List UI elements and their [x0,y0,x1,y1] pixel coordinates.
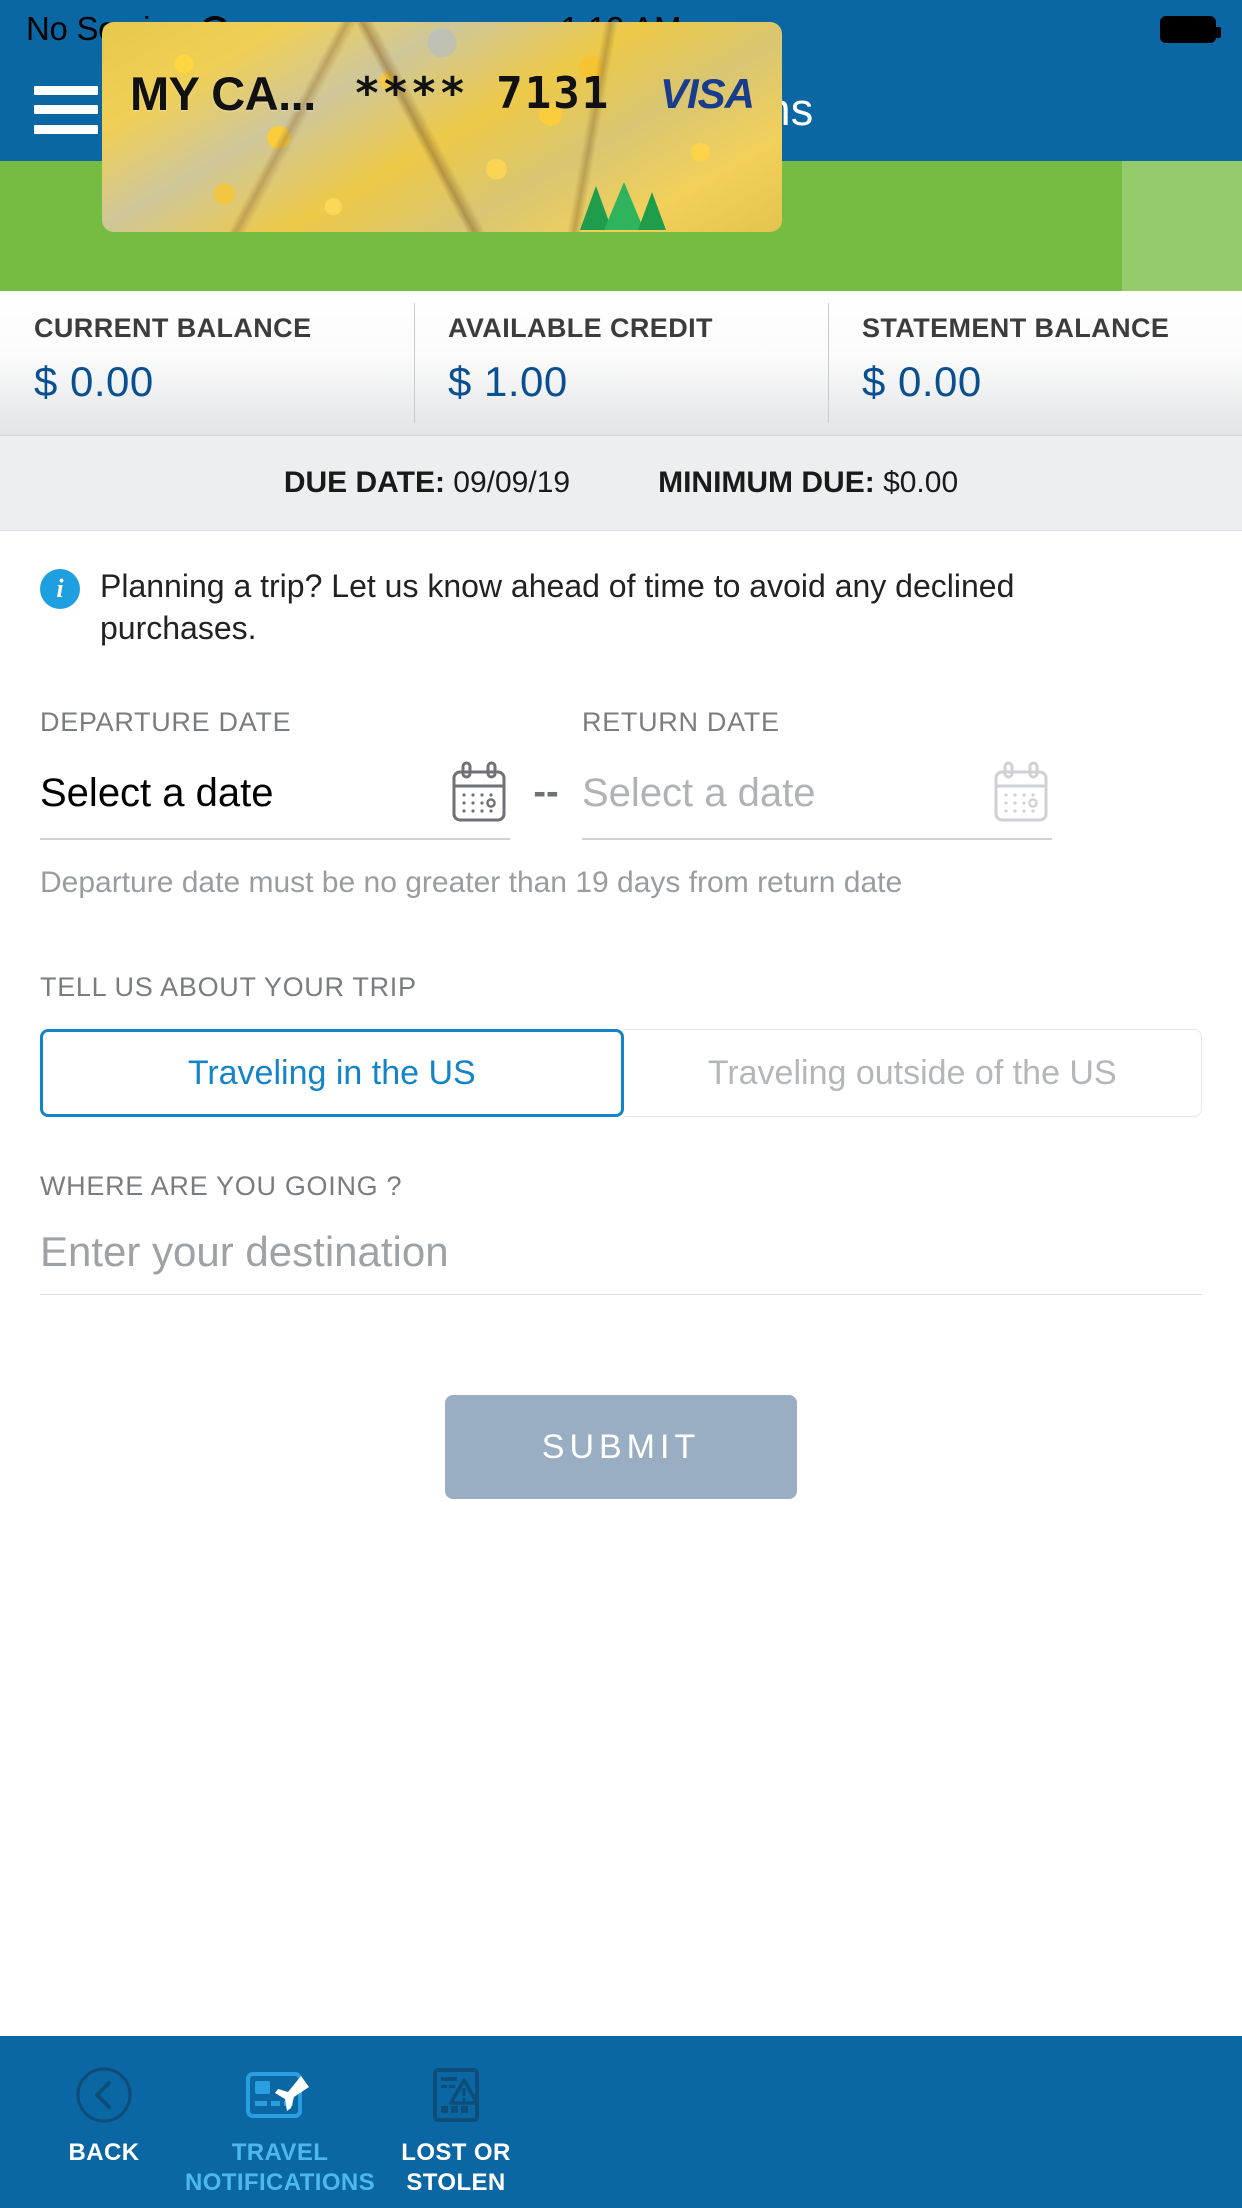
travel-dates-section: DEPARTURE DATE Select a date -- RETURN D… [0,649,1242,841]
tab-back[interactable]: BACK [16,2064,192,2208]
balance-cell-available-credit: AVAILABLE CREDIT $ 1.00 [414,291,828,435]
card-details-row: MY CA... **** 7131 VISA [102,66,782,121]
calendar-icon[interactable] [990,760,1052,826]
info-banner: i Planning a trip? Let us know ahead of … [0,531,1242,649]
hero-accent-strip [1122,161,1242,291]
trip-type-label: TELL US ABOUT YOUR TRIP [40,972,417,1003]
submit-row: SUBMIT [0,1295,1242,1500]
due-date-item: DUE DATE: 09/09/19 [284,466,570,500]
trip-option-domestic[interactable]: Traveling in the US [40,1029,624,1118]
card-nickname: MY CA... [130,67,316,120]
balance-summary: CURRENT BALANCE $ 0.00 AVAILABLE CREDIT … [0,291,1242,436]
departure-date-label: DEPARTURE DATE [40,707,292,738]
due-date-value: 09/09/19 [453,466,571,499]
status-right-group [1160,15,1221,43]
destination-section: WHERE ARE YOU GOING ? [0,1117,1242,1296]
return-date-group: RETURN DATE Select a date [582,707,1052,841]
calendar-icon[interactable] [448,760,510,826]
back-chevron-circle-icon [75,2064,133,2126]
minimum-due-item: MINIMUM DUE: $0.00 [658,466,958,500]
return-date-value: Select a date [582,770,816,815]
due-date-label: DUE DATE: [283,466,445,499]
departure-date-value: Select a date [40,770,274,815]
balance-cell-statement: STATEMENT BALANCE $ 0.00 [828,291,1242,435]
balance-value: $ 0.00 [34,358,154,405]
trip-type-section: TELL US ABOUT YOUR TRIP Traveling in the… [0,900,1242,1118]
due-summary-row: DUE DATE: 09/09/19 MINIMUM DUE: $0.00 [0,436,1242,531]
balance-label: CURRENT BALANCE [34,313,312,343]
destination-label: WHERE ARE YOU GOING ? [40,1171,403,1202]
card-masked-number: **** 7131 [353,68,611,119]
date-range-separator: -- [533,771,559,814]
bottom-tab-bar: BACK TRAVEL NOTIFICATIONS LOST OR STOLEN [0,2036,1242,2208]
balance-label: AVAILABLE CREDIT [448,313,713,343]
tab-label: TRAVEL NOTIFICATIONS [184,2139,376,2196]
battery-full-icon [1160,15,1221,43]
tab-travel-notifications[interactable]: TRAVEL NOTIFICATIONS [185,2064,375,2208]
destination-input[interactable] [40,1228,1202,1296]
balance-value: $ 1.00 [448,358,568,405]
info-circle-icon: i [40,569,80,609]
submit-button[interactable]: SUBMIT [445,1395,797,1500]
balance-value: $ 0.00 [862,358,982,405]
trip-option-international[interactable]: Traveling outside of the US [623,1029,1202,1118]
tab-label: BACK [68,2139,140,2166]
pine-trees-graphic [580,182,666,230]
info-banner-text: Planning a trip? Let us know ahead of ti… [100,568,1015,647]
minimum-due-label: MINIMUM DUE: [658,466,875,499]
tab-label: LOST OR STOLEN [401,2139,511,2196]
tab-lost-or-stolen[interactable]: LOST OR STOLEN [368,2064,544,2208]
departure-date-field[interactable]: Select a date [40,760,510,841]
minimum-due-value: $0.00 [883,466,959,499]
departure-date-group: DEPARTURE DATE Select a date [40,707,510,841]
date-range-hint: Departure date must be no greater than 1… [40,866,903,900]
app-screen: No Service 1:19 AM Travel Notifications … [0,0,1242,2208]
trip-type-segmented-control: Traveling in the US Traveling outside of… [40,1029,1202,1118]
balance-label: STATEMENT BALANCE [862,313,1170,343]
visa-logo: VISA [659,69,755,117]
credit-card-tile[interactable]: MY CA... **** 7131 VISA [102,22,782,232]
hamburger-menu-icon[interactable] [34,85,98,134]
return-date-field[interactable]: Select a date [582,760,1052,841]
return-date-label: RETURN DATE [582,707,780,738]
balance-cell-current: CURRENT BALANCE $ 0.00 [0,291,414,435]
card-airplane-icon [245,2064,315,2126]
card-warning-icon [427,2064,485,2126]
